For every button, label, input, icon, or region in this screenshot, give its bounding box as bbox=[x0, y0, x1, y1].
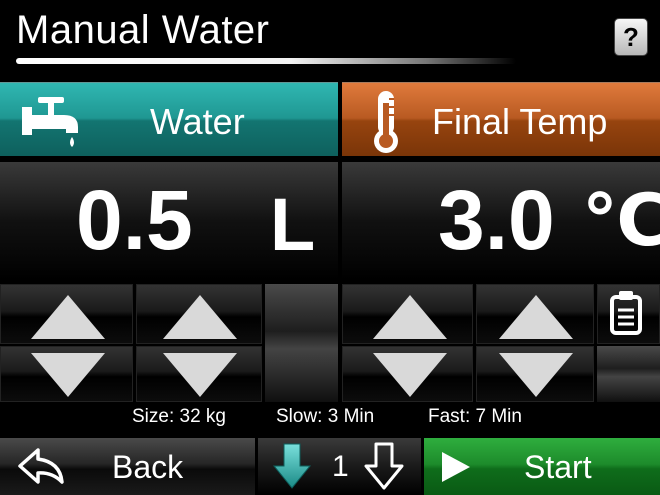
up-arrow-icon bbox=[163, 295, 237, 339]
back-label: Back bbox=[112, 449, 184, 485]
final-temp-unit: ℃ bbox=[582, 181, 660, 261]
up-arrow-icon bbox=[31, 295, 105, 339]
title-underline bbox=[16, 58, 516, 64]
page-number: 1 bbox=[332, 450, 349, 483]
page-selector-button[interactable]: 1 bbox=[258, 438, 421, 495]
final-temp-label: Final Temp bbox=[432, 101, 608, 142]
start-label: Start bbox=[524, 449, 592, 485]
temp-fine-up-button[interactable] bbox=[476, 284, 594, 344]
info-fast: Fast: 7 Min bbox=[428, 406, 522, 427]
up-arrow-icon bbox=[373, 295, 447, 339]
down-arrow-icon bbox=[373, 353, 447, 397]
water-value: 0.5 bbox=[76, 173, 193, 267]
final-temp-header-button[interactable]: Final Temp bbox=[342, 82, 660, 156]
page-down-outline-icon bbox=[364, 442, 404, 490]
water-header-button[interactable]: Water bbox=[0, 82, 338, 156]
start-button[interactable]: Start bbox=[424, 438, 660, 495]
info-size: Size: 32 kg bbox=[132, 406, 226, 427]
thermometer-icon bbox=[374, 91, 398, 153]
water-value-display[interactable]: 0.5 L bbox=[0, 162, 338, 280]
final-temp-value: 3.0 bbox=[438, 173, 555, 267]
down-arrow-icon bbox=[499, 353, 573, 397]
water-label: Water bbox=[150, 101, 245, 142]
water-coarse-up-button[interactable] bbox=[0, 284, 133, 344]
temp-coarse-up-button[interactable] bbox=[342, 284, 473, 344]
play-icon bbox=[442, 452, 470, 482]
down-arrow-icon bbox=[31, 353, 105, 397]
recipe-button[interactable] bbox=[597, 284, 660, 344]
back-arrow-icon bbox=[18, 448, 64, 484]
back-button[interactable]: Back bbox=[0, 438, 255, 495]
up-arrow-icon bbox=[499, 295, 573, 339]
final-temp-value-display[interactable]: 3.0 ℃ bbox=[342, 162, 660, 280]
faucet-icon bbox=[22, 97, 78, 147]
water-coarse-down-button[interactable] bbox=[0, 346, 133, 402]
water-spacer bbox=[265, 284, 338, 402]
water-unit: L bbox=[270, 183, 316, 266]
water-fine-down-button[interactable] bbox=[136, 346, 262, 402]
water-fine-up-button[interactable] bbox=[136, 284, 262, 344]
temp-spacer bbox=[597, 346, 660, 402]
temp-fine-down-button[interactable] bbox=[476, 346, 594, 402]
page-down-icon bbox=[272, 443, 312, 489]
temp-coarse-down-button[interactable] bbox=[342, 346, 473, 402]
help-button[interactable]: ? bbox=[614, 18, 648, 56]
down-arrow-icon bbox=[163, 353, 237, 397]
page-title: Manual Water bbox=[16, 8, 270, 52]
clipboard-icon bbox=[610, 291, 642, 335]
info-slow: Slow: 3 Min bbox=[276, 406, 375, 427]
